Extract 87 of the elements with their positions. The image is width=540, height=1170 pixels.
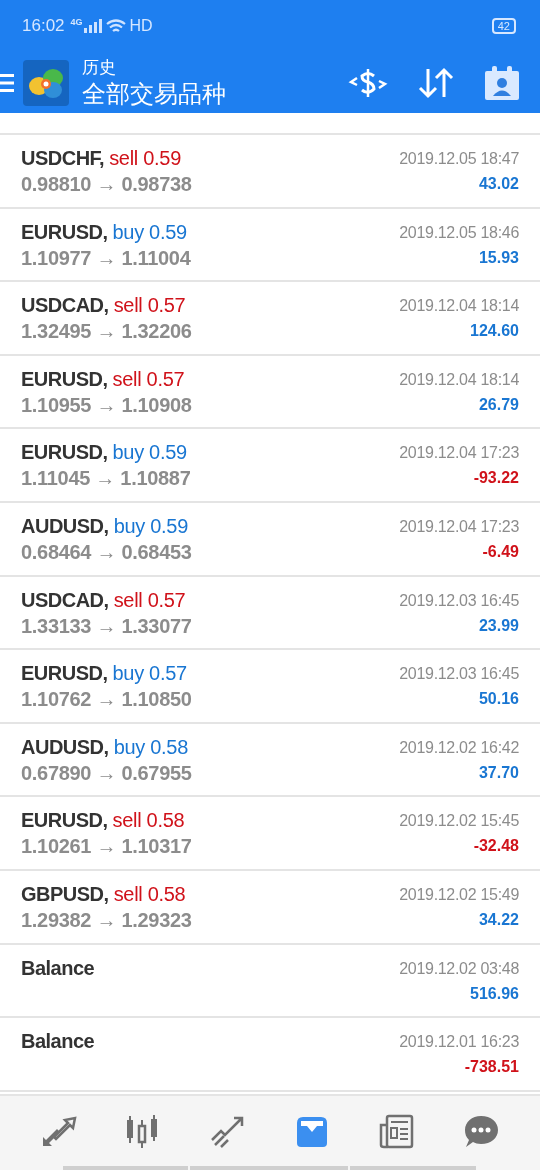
profit-value: 37.70: [478, 762, 519, 783]
symbol-label: EURUSD,: [21, 808, 108, 834]
deal-time: 2019.12.02 15:45: [399, 811, 519, 832]
app-logo: [23, 59, 69, 106]
deal-time: 2019.12.04 17:23: [399, 516, 519, 537]
profit-value: -6.49: [482, 541, 519, 562]
deal-time: 2019.12.03 16:45: [399, 590, 519, 611]
screen-title: 历史: [82, 56, 117, 79]
deal-row[interactable]: Balance 2019.12.02 03:48 516.96: [0, 944, 540, 1019]
symbol-label: USDCAD,: [21, 587, 109, 613]
deal-row[interactable]: GBPUSD, sell 0.58 1.29382 → 1.29323 2019.12.02 15:49 34.22: [0, 870, 540, 945]
symbol-label: Balance: [21, 1029, 95, 1055]
profit-value: -93.22: [473, 468, 519, 489]
calendar-person-icon[interactable]: [484, 64, 520, 101]
profit-value: 50.16: [478, 689, 519, 710]
profit-value: 124.60: [470, 321, 519, 342]
symbol-label: AUDUSD,: [21, 513, 109, 539]
trade-action: sell 0.57: [112, 366, 185, 392]
newspaper-icon[interactable]: [378, 1112, 416, 1150]
trade-action: sell 0.57: [113, 293, 186, 319]
trade-action: buy 0.59: [113, 513, 188, 539]
symbol-label: GBPUSD,: [21, 881, 109, 907]
battery-indicator: 42: [491, 18, 516, 34]
deal-time: 2019.12.01 16:23: [399, 1032, 519, 1053]
deal-row[interactable]: USDCAD, sell 0.57 1.32495 → 1.32206 2019.12.04 18:14 124.60: [0, 282, 540, 356]
symbol-label: EURUSD,: [21, 366, 108, 392]
price-range: 1.10955 → 1.10908: [21, 392, 192, 418]
symbol-label: USDCAD,: [21, 293, 109, 319]
deal-time: 2019.12.05 18:47: [399, 149, 519, 169]
signal-icon: [83, 19, 102, 33]
deal-row[interactable]: EURUSD, buy 0.59 1.11045 → 1.10887 2019.12.04 17:23 -93.22: [0, 429, 540, 503]
deal-row[interactable]: USDCAD, sell 0.57 1.33133 → 1.33077 2019.12.03 16:45 23.99: [0, 576, 540, 651]
deal-time: 2019.12.02 15:49: [399, 884, 519, 905]
profit-value: 15.93: [478, 247, 519, 268]
symbol-label: AUDUSD,: [21, 734, 109, 760]
symbol-label: EURUSD,: [21, 440, 108, 466]
deal-row[interactable]: EURUSD, buy 0.57 1.10762 → 1.10850 2019.12.03 16:45 50.16: [0, 650, 540, 724]
price-range: 1.10261 → 1.10317: [21, 834, 192, 860]
profit-value: 23.99: [478, 615, 519, 636]
price-range: 1.33133 → 1.33077: [21, 613, 192, 639]
deal-time: 2019.12.03 16:45: [399, 664, 519, 685]
deal-row[interactable]: EURUSD, buy 0.59 1.10977 → 1.11004 2019.12.05 18:46 15.93: [0, 208, 540, 283]
symbol-filter[interactable]: 全部交易品种: [82, 78, 226, 109]
trade-action: sell 0.58: [113, 881, 186, 907]
deal-time: 2019.12.02 03:48: [399, 958, 519, 979]
price-range: 1.10977 → 1.11004: [21, 245, 191, 271]
price-range: 1.29382 → 1.29323: [21, 907, 192, 933]
deal-time: 2019.12.04 17:23: [399, 443, 519, 464]
symbol-label: EURUSD,: [21, 661, 108, 687]
symbol-label: USDCHF,: [21, 146, 105, 171]
price-range: 1.32495 → 1.32206: [21, 319, 192, 345]
profit-value: 516.96: [470, 983, 519, 1004]
network-label: 4G: [70, 17, 83, 27]
trade-action: sell 0.58: [112, 808, 185, 834]
profit-value: 26.79: [478, 394, 519, 415]
deal-time: 2019.12.04 18:14: [399, 369, 519, 390]
trade-action: buy 0.59: [112, 440, 187, 466]
profit-value: 34.22: [478, 909, 519, 930]
deal-row[interactable]: EURUSD, sell 0.58 1.10261 → 1.10317 2019.12.02 15:45 -32.48: [0, 797, 540, 871]
deal-row[interactable]: AUDUSD, buy 0.58 0.67890 → 0.67955 2019.12.02 16:42 37.70: [0, 723, 540, 798]
price-range: 1.10762 → 1.10850: [21, 687, 192, 713]
deal-time: 2019.12.05 18:46: [399, 222, 519, 243]
trade-action: sell 0.57: [113, 587, 186, 613]
price-range: 1.11045 → 1.10887: [21, 466, 191, 492]
trade-action: buy 0.57: [112, 661, 187, 687]
deal-time: 2019.12.02 16:42: [399, 737, 519, 758]
price-range: 0.68464 → 0.68453: [21, 539, 192, 565]
price-range: 0.98810 → 0.98738: [21, 172, 192, 197]
deal-row[interactable]: Balance 2019.12.01 16:23 -738.51: [0, 1018, 540, 1092]
deal-row[interactable]: AUDUSD, buy 0.59 0.68464 → 0.68453 2019.12.04 17:23 -6.49: [0, 502, 540, 577]
wifi-icon: [105, 18, 126, 34]
sort-icon[interactable]: [416, 65, 456, 100]
deal-row[interactable]: USDCHF, sell 0.59 0.98810 → 0.98738 2019.12.05 18:47 43.02: [0, 135, 540, 209]
deal-time: 2019.12.04 18:14: [399, 296, 519, 317]
profit-value: 43.02: [478, 174, 519, 194]
deal-row[interactable]: EURUSD, sell 0.57 1.10955 → 1.10908 2019.12.04 18:14 26.79: [0, 355, 540, 430]
profit-value: -32.48: [473, 836, 519, 857]
menu-icon[interactable]: [0, 72, 14, 93]
profit-value: -738.51: [464, 1057, 519, 1078]
price-range: 0.67890 → 0.67955: [21, 760, 192, 786]
status-time: 16:02: [22, 16, 65, 36]
hd-label: HD: [129, 17, 153, 35]
symbol-label: EURUSD,: [21, 219, 108, 245]
symbol-label: Balance: [21, 955, 95, 981]
trade-action: buy 0.59: [112, 219, 187, 245]
trade-action: buy 0.58: [113, 734, 188, 760]
trade-action: sell 0.59: [109, 146, 181, 171]
